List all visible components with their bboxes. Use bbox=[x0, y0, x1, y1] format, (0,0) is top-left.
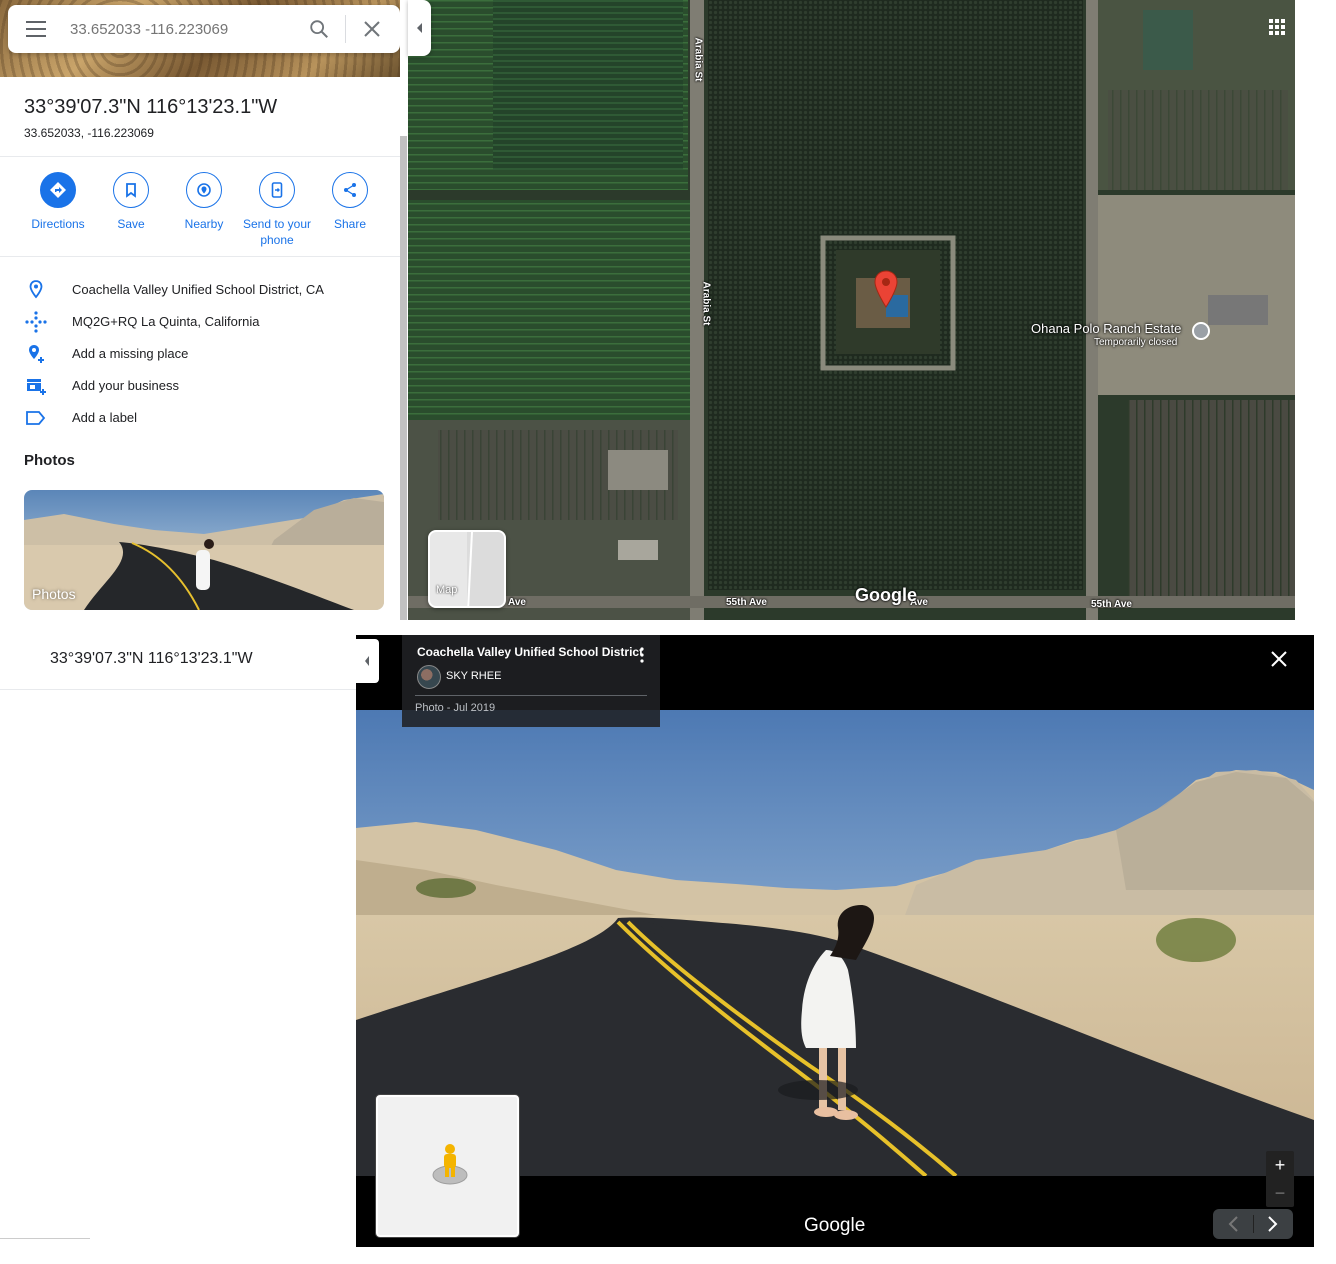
directions-icon bbox=[50, 182, 66, 198]
satellite-map[interactable]: Arabia St Arabia St Ave 55th Ave Ave 55t… bbox=[408, 0, 1295, 620]
divider bbox=[0, 256, 400, 257]
poi-label[interactable]: Ohana Polo Ranch Estate bbox=[1031, 321, 1181, 336]
horizontal-scrollbar[interactable] bbox=[0, 1238, 90, 1246]
info-add-label[interactable]: Add a label bbox=[0, 402, 400, 434]
photos-card[interactable]: Photos bbox=[24, 490, 384, 610]
plus-code-icon bbox=[25, 311, 47, 333]
search-input[interactable] bbox=[70, 15, 300, 43]
close-icon[interactable] bbox=[1270, 650, 1288, 668]
search-icon[interactable] bbox=[308, 18, 330, 40]
pegman-icon[interactable] bbox=[430, 1141, 470, 1185]
map-layer-toggle[interactable]: Map bbox=[428, 530, 506, 608]
google-logo: Google bbox=[855, 585, 917, 605]
avatar[interactable] bbox=[417, 665, 441, 689]
street-label: 55th Ave bbox=[726, 597, 767, 608]
panel-scrollbar[interactable] bbox=[400, 136, 407, 620]
photo-date: Photo - Jul 2019 bbox=[415, 702, 496, 714]
info-address[interactable]: Coachella Valley Unified School District… bbox=[0, 274, 400, 306]
satellite-imagery bbox=[408, 0, 1295, 620]
mini-map[interactable] bbox=[376, 1095, 519, 1237]
zoom-controls: + − bbox=[1266, 1151, 1294, 1207]
menu-icon[interactable] bbox=[26, 21, 46, 37]
divider bbox=[415, 695, 647, 696]
nearby-icon bbox=[197, 183, 211, 197]
share-icon bbox=[344, 183, 356, 197]
zoom-in-button[interactable]: + bbox=[1266, 1151, 1294, 1179]
search-divider bbox=[345, 15, 346, 43]
send-to-phone-button[interactable]: Send to your phone bbox=[241, 172, 313, 248]
map-thumbnail bbox=[467, 532, 473, 606]
maps-top-view: 33°39'07.3"N 116°13'23.1"W 33.652033, -1… bbox=[0, 0, 1336, 620]
chevron-left-icon[interactable] bbox=[1213, 1209, 1253, 1239]
info-add-business[interactable]: Add your business bbox=[0, 370, 400, 402]
send-to-phone-icon bbox=[271, 182, 283, 198]
google-logo: Google bbox=[804, 1215, 866, 1236]
street-view-screen: 33°39'07.3"N 116°13'23.1"W Coachella Val… bbox=[0, 620, 1336, 1264]
directions-button[interactable]: Directions bbox=[22, 172, 94, 232]
label-icon bbox=[26, 411, 46, 425]
poi-marker-icon[interactable] bbox=[1192, 322, 1210, 340]
photo-info-card: Coachella Valley Unified School District… bbox=[402, 635, 660, 727]
share-button[interactable]: Share bbox=[314, 172, 386, 232]
divider bbox=[0, 689, 356, 690]
photos-heading: Photos bbox=[24, 452, 75, 469]
location-pin-icon[interactable] bbox=[873, 270, 899, 308]
collapse-panel-button[interactable] bbox=[408, 0, 431, 56]
save-button[interactable]: Save bbox=[95, 172, 167, 232]
bookmark-icon bbox=[126, 183, 136, 198]
divider bbox=[0, 156, 400, 157]
add-business-icon bbox=[27, 379, 46, 395]
place-title: 33°39'07.3"N 116°13'23.1"W bbox=[24, 96, 278, 118]
chevron-left-icon bbox=[365, 656, 369, 666]
info-add-missing-place[interactable]: Add a missing place bbox=[0, 338, 400, 370]
nearby-button[interactable]: Nearby bbox=[168, 172, 240, 232]
photo-navigation bbox=[1213, 1209, 1293, 1239]
place-title: 33°39'07.3"N 116°13'23.1"W bbox=[50, 650, 253, 667]
street-label: Arabia St bbox=[700, 281, 712, 326]
poi-status: Temporarily closed bbox=[1094, 337, 1178, 348]
photo-place-title[interactable]: Coachella Valley Unified School District bbox=[417, 645, 643, 659]
street-label: Arabia St bbox=[692, 37, 704, 82]
chevron-right-icon[interactable] bbox=[1253, 1209, 1293, 1239]
photo-author[interactable]: SKY RHEE bbox=[446, 670, 501, 682]
side-panel: 33°39'07.3"N 116°13'23.1"W 33.652033, -1… bbox=[0, 0, 400, 620]
photo-thumbnail bbox=[24, 490, 384, 610]
street-label: Ave bbox=[508, 597, 526, 608]
place-decimal-coords: 33.652033, -116.223069 bbox=[24, 126, 154, 140]
location-pin-icon bbox=[29, 280, 43, 299]
chevron-left-icon bbox=[417, 23, 422, 33]
collapse-panel-button[interactable] bbox=[356, 639, 379, 683]
zoom-out-button[interactable]: − bbox=[1266, 1179, 1294, 1207]
street-label: 55th Ave bbox=[1091, 599, 1132, 610]
apps-grid-icon[interactable] bbox=[1268, 18, 1286, 36]
close-icon[interactable] bbox=[362, 19, 382, 39]
info-plus-code[interactable]: MQ2G+RQ La Quinta, California bbox=[0, 306, 400, 338]
more-options-icon[interactable] bbox=[640, 647, 644, 663]
search-box bbox=[8, 5, 400, 53]
photo-viewer[interactable]: Coachella Valley Unified School District… bbox=[356, 635, 1314, 1247]
add-place-icon bbox=[29, 345, 44, 363]
